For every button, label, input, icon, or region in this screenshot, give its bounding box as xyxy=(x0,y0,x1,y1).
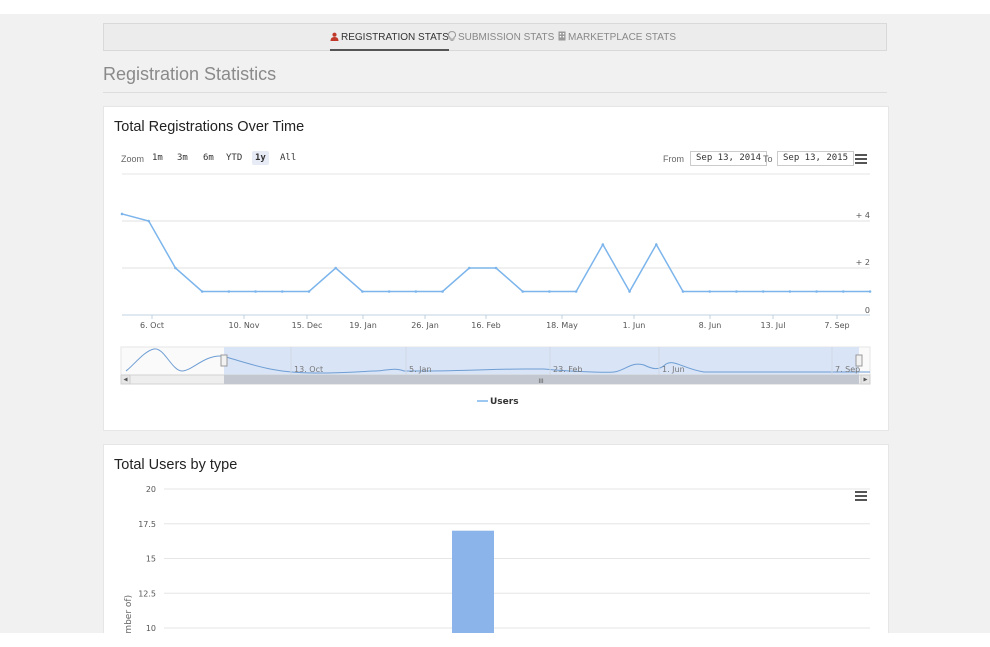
navigator-left-handle[interactable] xyxy=(220,354,228,367)
tab-submission-stats-label: SUBMISSION STATS xyxy=(458,32,555,43)
navigator-label: 13. Oct xyxy=(294,365,323,374)
top-margin xyxy=(0,0,990,14)
data-point xyxy=(147,219,151,223)
data-point xyxy=(521,290,525,293)
data-point xyxy=(414,290,418,293)
registrations-chart-panel: Total Registrations Over Time Zoom 1m 3m… xyxy=(103,106,889,431)
data-point xyxy=(441,290,444,293)
tab-registration-stats[interactable]: REGISTRATION STATS xyxy=(330,24,449,51)
user-icon xyxy=(330,32,339,41)
y-axis-labels: 20 17.5 15 12.5 10 xyxy=(138,485,156,633)
tab-submission-stats[interactable]: SUBMISSION STATS xyxy=(448,24,554,50)
navigator-label: 1. Jun xyxy=(662,365,685,374)
data-point xyxy=(280,290,284,293)
y-tick-label: 12.5 xyxy=(138,589,156,598)
data-point xyxy=(735,290,738,293)
data-point xyxy=(174,266,177,270)
x-tick-label: 8. Jun xyxy=(699,321,722,330)
y-tick-label: 17.5 xyxy=(138,520,156,529)
navigator[interactable]: 13. Oct 5. Jan 23. Feb 1. Jun 7. Sep III xyxy=(120,346,871,385)
legend-item-users[interactable]: Users xyxy=(477,397,519,407)
legend-label: Users xyxy=(490,397,519,407)
lightbulb-icon xyxy=(448,31,456,41)
users-by-type-bar-chart: 2017.51512.510 number of) xyxy=(124,485,870,645)
data-point xyxy=(494,266,498,270)
data-point xyxy=(574,290,578,293)
data-point xyxy=(654,243,658,246)
data-point xyxy=(334,266,338,270)
x-tick-label: 6. Oct xyxy=(140,321,164,330)
title-divider xyxy=(103,92,887,93)
data-point xyxy=(815,290,818,293)
page-title: Registration Statistics xyxy=(103,64,277,84)
tab-registration-stats-label: REGISTRATION STATS xyxy=(341,32,449,43)
y-gridlines xyxy=(164,488,870,629)
data-point xyxy=(200,290,204,293)
y-tick-label: 10 xyxy=(146,624,156,633)
registrations-line-chart: 0 + 2 + 4 6. Oct 10. Nov 15. Dec 19. Jan 26. J… xyxy=(120,173,872,407)
data-point xyxy=(361,290,364,293)
bar[interactable] xyxy=(452,530,494,645)
data-point xyxy=(387,290,391,293)
users-series-points xyxy=(120,212,872,293)
tab-marketplace-stats-label: MARKETPLACE STATS xyxy=(568,32,676,43)
x-tick-label: 15. Dec xyxy=(292,321,323,330)
data-point xyxy=(681,290,685,293)
data-point xyxy=(868,290,872,293)
data-point xyxy=(548,290,551,293)
data-point xyxy=(841,290,845,293)
users-by-type-panel: Total Users by type 20 17.5 15 12.5 10 numbe… xyxy=(103,444,889,646)
x-axis-labels: 6. Oct 10. Nov 15. Dec 19. Jan 26. Jan 16. Fe… xyxy=(140,315,850,330)
data-point xyxy=(254,290,257,293)
x-tick-label: 16. Feb xyxy=(471,321,500,330)
x-tick-label: 10. Nov xyxy=(229,321,260,330)
y-tick-label: + 2 xyxy=(856,258,870,267)
building-icon xyxy=(558,31,566,41)
x-tick-label: 19. Jan xyxy=(349,321,377,330)
y-tick-label: 20 xyxy=(146,485,156,494)
data-point xyxy=(708,290,712,293)
data-point xyxy=(307,290,311,293)
data-point xyxy=(788,290,792,293)
y-axis-labels: 0 + 2 + 4 xyxy=(856,211,870,315)
navigator-label: 5. Jan xyxy=(409,365,432,374)
x-tick-label: 18. May xyxy=(546,321,578,330)
navigator-right-handle[interactable] xyxy=(855,354,863,367)
tab-marketplace-stats[interactable]: MARKETPLACE STATS xyxy=(558,24,676,50)
navigator-scrollbar-grip-icon: III xyxy=(538,378,544,385)
x-tick-label: 26. Jan xyxy=(411,321,439,330)
x-tick-label: 1. Jun xyxy=(623,321,646,330)
y-tick-label: 15 xyxy=(146,555,156,564)
data-point xyxy=(227,290,231,293)
users-series-line xyxy=(121,213,870,294)
navigator-label: 23. Feb xyxy=(553,365,582,374)
y-tick-label: 0 xyxy=(865,306,870,315)
y-tick-label: + 4 xyxy=(856,211,870,220)
data-point xyxy=(120,212,124,216)
data-point xyxy=(628,290,631,293)
x-tick-label: 7. Sep xyxy=(824,321,849,330)
data-point xyxy=(761,290,765,293)
data-point xyxy=(467,266,471,270)
x-tick-label: 13. Jul xyxy=(761,321,786,330)
data-point xyxy=(601,243,605,246)
stats-tab-bar: REGISTRATION STATS SUBMISSION STATS MARK… xyxy=(103,23,887,51)
bottom-margin xyxy=(0,633,990,647)
